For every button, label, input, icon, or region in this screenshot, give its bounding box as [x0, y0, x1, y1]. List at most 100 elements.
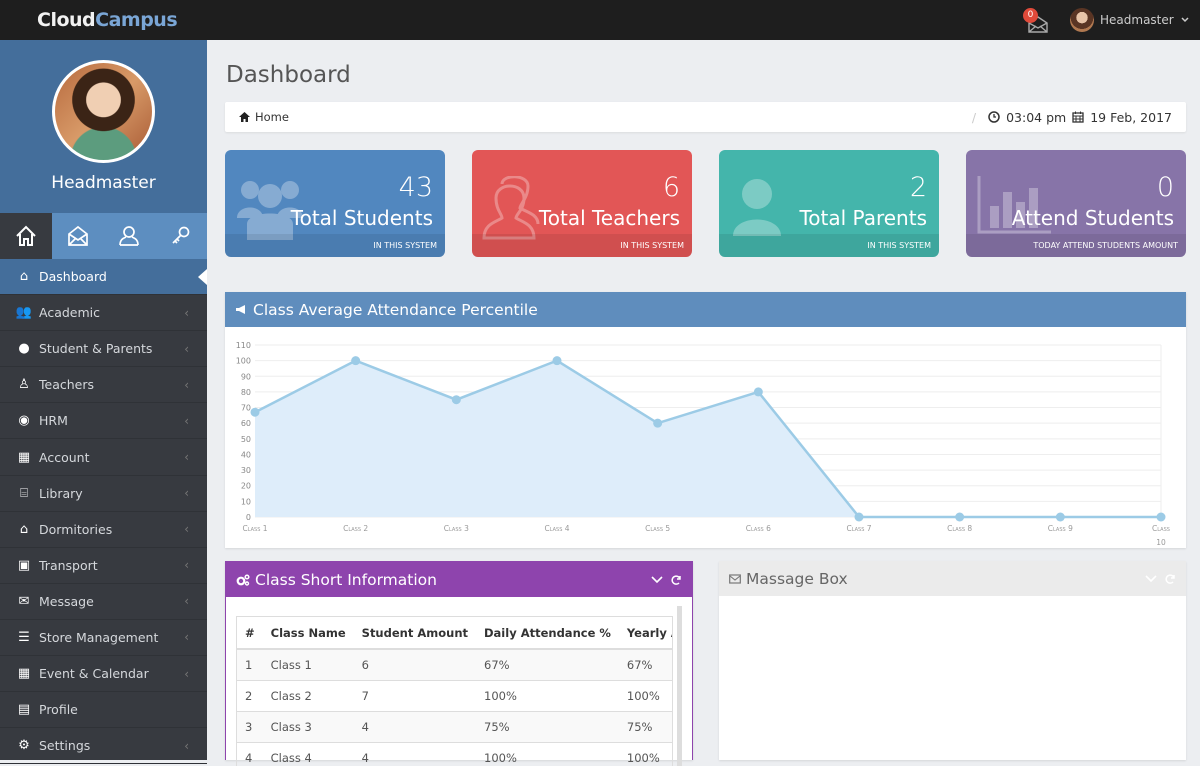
chevron-left-icon: ‹: [184, 486, 189, 501]
x-tick-label: Class 1: [242, 524, 267, 533]
column-header: #: [237, 617, 263, 650]
sidebar-item-label: Library: [39, 485, 83, 501]
y-tick-label: 20: [241, 482, 251, 491]
message-box-title: Massage Box: [746, 569, 848, 588]
quick-messages-button[interactable]: [52, 213, 104, 259]
envelope-icon: [729, 573, 741, 584]
data-point: [552, 356, 562, 366]
attendance-area-chart: 0 10 20 30 40 50 60 70 80 90 100 110 Class 1 Class 2 C…: [236, 341, 1170, 547]
sidebar-item-event-calendar[interactable]: ▦ Event & Calendar ‹: [0, 656, 207, 693]
chevron-down-icon[interactable]: [1144, 573, 1158, 585]
table-cell: 100%: [476, 680, 619, 712]
table-cell: 67%: [476, 649, 619, 681]
table-cell: 2: [237, 680, 263, 712]
user-menu[interactable]: Headmaster: [1070, 8, 1190, 32]
current-date: 19 Feb, 2017: [1090, 109, 1172, 125]
sidebar-item-account[interactable]: ▦ Account ‹: [0, 439, 207, 476]
x-tick-label: Class 9: [1048, 524, 1073, 533]
table-cell: 1: [237, 649, 263, 681]
envelope-open-icon: [67, 225, 88, 246]
sidebar-item-label: Store Management: [39, 629, 159, 645]
messages-button[interactable]: 0: [1023, 8, 1049, 33]
sidebar-item-store-management[interactable]: ☰ Store Management ‹: [0, 620, 207, 657]
stat-card-total-parents[interactable]: 2 Total Parents IN THIS SYSTEM: [719, 150, 939, 257]
table-header-row: # Class Name Student Amount Daily Attendanc…: [237, 617, 672, 650]
column-header: Class Name: [262, 617, 354, 650]
chevron-left-icon: ‹: [184, 666, 189, 681]
chevron-down-icon: [1181, 17, 1189, 23]
brand-logo[interactable]: CloudCampus: [37, 9, 178, 31]
table-row: 1 Class 1 6 67% 67%: [237, 649, 672, 681]
chevron-left-icon: ‹: [184, 558, 189, 573]
sidebar-item-message[interactable]: ✉ Message ‹: [0, 584, 207, 620]
profile-avatar[interactable]: [52, 60, 155, 163]
table-cell: 100%: [618, 742, 672, 766]
data-point: [653, 418, 663, 428]
user-avatar: [1070, 8, 1094, 32]
stat-footer: IN THIS SYSTEM: [225, 234, 445, 257]
chart-panel-title: Class Average Attendance Percentile: [253, 300, 538, 319]
breadcrumb-home-link[interactable]: Home: [239, 110, 289, 124]
message-box-header: Massage Box: [719, 561, 1186, 596]
chevron-down-icon[interactable]: [650, 574, 664, 586]
sidebar-item-student-parents[interactable]: ● Student & Parents ‹: [0, 331, 207, 368]
sidebar-item-dashboard[interactable]: ⌂ Dashboard: [0, 259, 207, 296]
quick-profile-button[interactable]: [104, 213, 156, 259]
sidebar-item-profile[interactable]: ▤ Profile: [0, 692, 207, 729]
sidebar-item-label: Academic: [39, 305, 101, 321]
stat-card-total-teachers[interactable]: 6 Total Teachers IN THIS SYSTEM: [472, 150, 692, 257]
sidebar-item-dormitories[interactable]: ⌂ Dormitories ‹: [0, 512, 207, 548]
stat-label: Total Teachers: [538, 206, 680, 230]
data-point: [250, 407, 260, 417]
id-card-icon: ▤: [17, 702, 31, 718]
stat-card-total-students[interactable]: 43 Total Students IN THIS SYSTEM: [225, 150, 445, 257]
table-cell: Class 2: [262, 680, 354, 712]
class-info-panel-title: Class Short Information: [255, 570, 437, 589]
refresh-icon[interactable]: [670, 574, 682, 586]
sidebar-item-academic[interactable]: 👥 Academic ‹: [0, 295, 207, 332]
chevron-left-icon: ‹: [184, 413, 189, 428]
stat-card-attend-students[interactable]: 0 Attend Students TODAY ATTEND STUDENTS AM…: [966, 150, 1186, 257]
stat-footer: TODAY ATTEND STUDENTS AMOUNT: [966, 234, 1186, 257]
bus-icon: ▣: [17, 557, 31, 573]
stat-value: 43: [398, 172, 433, 203]
clock-icon: [988, 111, 1000, 123]
stat-label: Attend Students: [1011, 206, 1174, 230]
quick-home-button[interactable]: [0, 213, 52, 259]
bank-icon: ⌸: [20, 485, 28, 501]
sidebar-item-label: Profile: [39, 702, 78, 718]
chart-panel-header: Class Average Attendance Percentile: [225, 292, 1186, 327]
x-tick-label: Class 2: [343, 524, 368, 533]
refresh-icon[interactable]: [1164, 573, 1176, 585]
table-scrollbar[interactable]: [677, 606, 682, 766]
x-tick-label: Class 8: [947, 524, 972, 533]
table-cell: 75%: [476, 711, 619, 743]
breadcrumb: Home / 03:04 pm 19 Feb, 2017: [225, 102, 1186, 132]
attendance-chart-panel: Class Average Attendance Percentile 0 10 2…: [225, 292, 1186, 548]
sidebar-item-transport[interactable]: ▣ Transport ‹: [0, 548, 207, 584]
sidebar: Headmaster ⌂ Dashboard 👥 Academic ‹ ● Student …: [0, 40, 207, 765]
x-tick-label: Class: [1152, 524, 1170, 533]
sidebar-item-teachers[interactable]: ♙ Teachers ‹: [0, 367, 207, 404]
key-icon: [172, 226, 190, 244]
x-tick-label: Class 5: [645, 524, 670, 533]
table-cell: 4: [353, 711, 476, 743]
sidebar-item-settings[interactable]: ⚙ Settings ‹: [0, 728, 207, 765]
chevron-left-icon: ‹: [184, 450, 189, 465]
quick-password-button[interactable]: [155, 213, 207, 259]
sidebar-item-hrm[interactable]: ◉ HRM ‹: [0, 403, 207, 440]
chevron-left-icon: ‹: [184, 522, 189, 537]
stat-value: 2: [909, 172, 927, 203]
table-cell: Class 4: [262, 742, 354, 766]
sidebar-item-label: Dormitories: [39, 521, 113, 537]
data-point: [351, 356, 361, 366]
chevron-left-icon: ‹: [184, 305, 189, 320]
sidebar-item-label: Account: [39, 449, 90, 465]
y-tick-label: 90: [241, 372, 251, 381]
y-tick-label: 100: [236, 357, 251, 366]
user-icon: ●: [18, 341, 30, 357]
table-row: 2 Class 2 7 100% 100%: [237, 680, 672, 712]
y-tick-label: 30: [241, 466, 251, 475]
sidebar-item-library[interactable]: ⌸ Library ‹: [0, 476, 207, 512]
calendar-icon: [1072, 111, 1084, 123]
